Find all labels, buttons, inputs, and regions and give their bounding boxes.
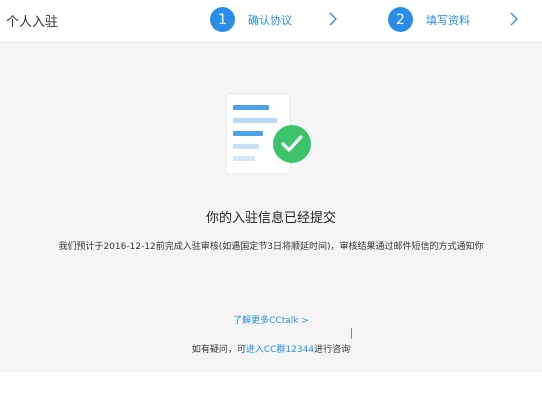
result-description: 我们预计于2016-12-12前完成入驻审核(如遇国定节3日将顺延时间)，审核结… [58, 242, 484, 252]
page-title: 个人入驻 [6, 15, 59, 30]
step-2-label: 填写资料 [426, 14, 470, 27]
step-2-number: 2 [388, 7, 413, 32]
text-cursor [351, 328, 352, 339]
header-bar: 个人入驻 1 确认协议 2 填写资料 [0, 0, 542, 43]
footer-area [0, 372, 542, 396]
chevron-right-icon [510, 12, 518, 26]
result-title: 你的入驻信息已经提交 [205, 211, 336, 226]
help-suffix: 进行咨询 [314, 345, 351, 355]
document-check-icon [225, 93, 311, 175]
learn-more-link[interactable]: 了解更多CCtalk > [0, 313, 542, 326]
help-line: 如有疑问，可进入CC群12344进行咨询 [0, 342, 542, 355]
step-1-number: 1 [210, 7, 235, 32]
step-1-label: 确认协议 [248, 14, 292, 27]
submission-result-panel: 你的入驻信息已经提交 我们预计于2016-12-12前完成入驻审核(如遇国定节3… [0, 43, 542, 372]
help-prefix: 如有疑问，可 [191, 345, 246, 355]
cc-group-link[interactable]: 进入CC群12344 [246, 345, 314, 355]
chevron-right-icon [329, 12, 337, 26]
